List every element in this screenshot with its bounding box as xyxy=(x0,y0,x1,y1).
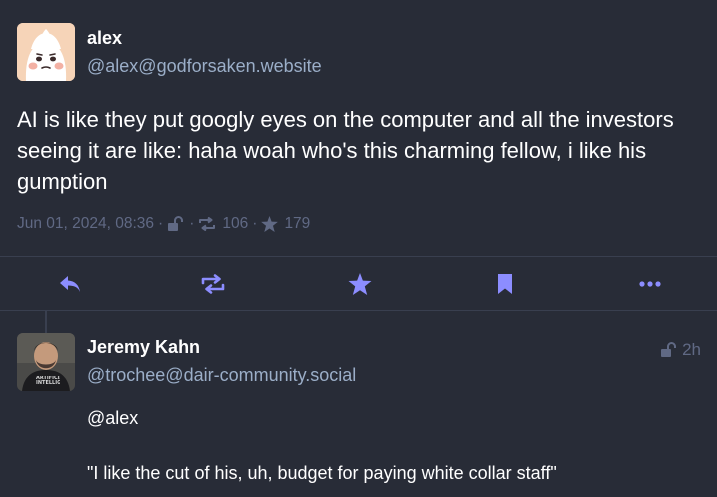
avatar[interactable]: ARTIFICIAL INTELLIGENCE xyxy=(17,333,75,391)
avatar-shirt-text: ARTIFICIAL INTELLIGENCE xyxy=(36,376,60,386)
star-icon xyxy=(348,273,372,295)
meta-separator: · xyxy=(252,215,258,232)
ellipsis-icon xyxy=(639,281,661,287)
reply-icon xyxy=(60,276,80,292)
status-content: AI is like they put googly eyes on the c… xyxy=(17,107,674,194)
favourite-button[interactable] xyxy=(347,272,373,296)
author-display-name[interactable]: Jeremy Kahn xyxy=(87,337,200,358)
unlock-icon xyxy=(661,342,677,357)
avatar-image xyxy=(17,23,75,81)
boost-count-icon xyxy=(198,217,216,231)
status-timestamp[interactable]: Jun 01, 2024, 08:36 xyxy=(17,215,154,233)
author-display-name[interactable]: alex xyxy=(87,28,122,49)
favourite-count[interactable]: 179 xyxy=(284,215,310,233)
thread-view: alex @alex@godforsaken.website AI is lik… xyxy=(0,0,717,497)
author-handle[interactable]: @alex@godforsaken.website xyxy=(87,56,322,77)
boost-icon xyxy=(201,274,225,294)
relative-time: 2h xyxy=(682,340,701,359)
mention-link[interactable]: @alex xyxy=(87,408,138,429)
unlock-icon xyxy=(167,216,185,232)
avatar[interactable] xyxy=(17,23,75,81)
boost-button[interactable] xyxy=(200,272,226,296)
meta-separator: · xyxy=(189,215,195,232)
main-status: alex @alex@godforsaken.website AI is lik… xyxy=(0,0,717,256)
reply-button[interactable] xyxy=(57,272,83,296)
meta-separator: · xyxy=(158,215,164,232)
bookmark-button[interactable] xyxy=(492,272,518,296)
reply-content: "I like the cut of his, uh, budget for p… xyxy=(87,463,557,483)
reply-timestamp[interactable]: 2h xyxy=(660,340,701,360)
thread-connector-line xyxy=(45,311,47,333)
author-handle[interactable]: @trochee@dair-community.social xyxy=(87,365,356,386)
bookmark-icon xyxy=(498,274,512,294)
star-icon xyxy=(261,216,279,232)
status-meta: Jun 01, 2024, 08:36 · · 106 · 179 xyxy=(17,213,310,235)
action-bar xyxy=(0,256,717,311)
boost-count[interactable]: 106 xyxy=(222,215,248,233)
more-options-button[interactable] xyxy=(637,272,663,296)
